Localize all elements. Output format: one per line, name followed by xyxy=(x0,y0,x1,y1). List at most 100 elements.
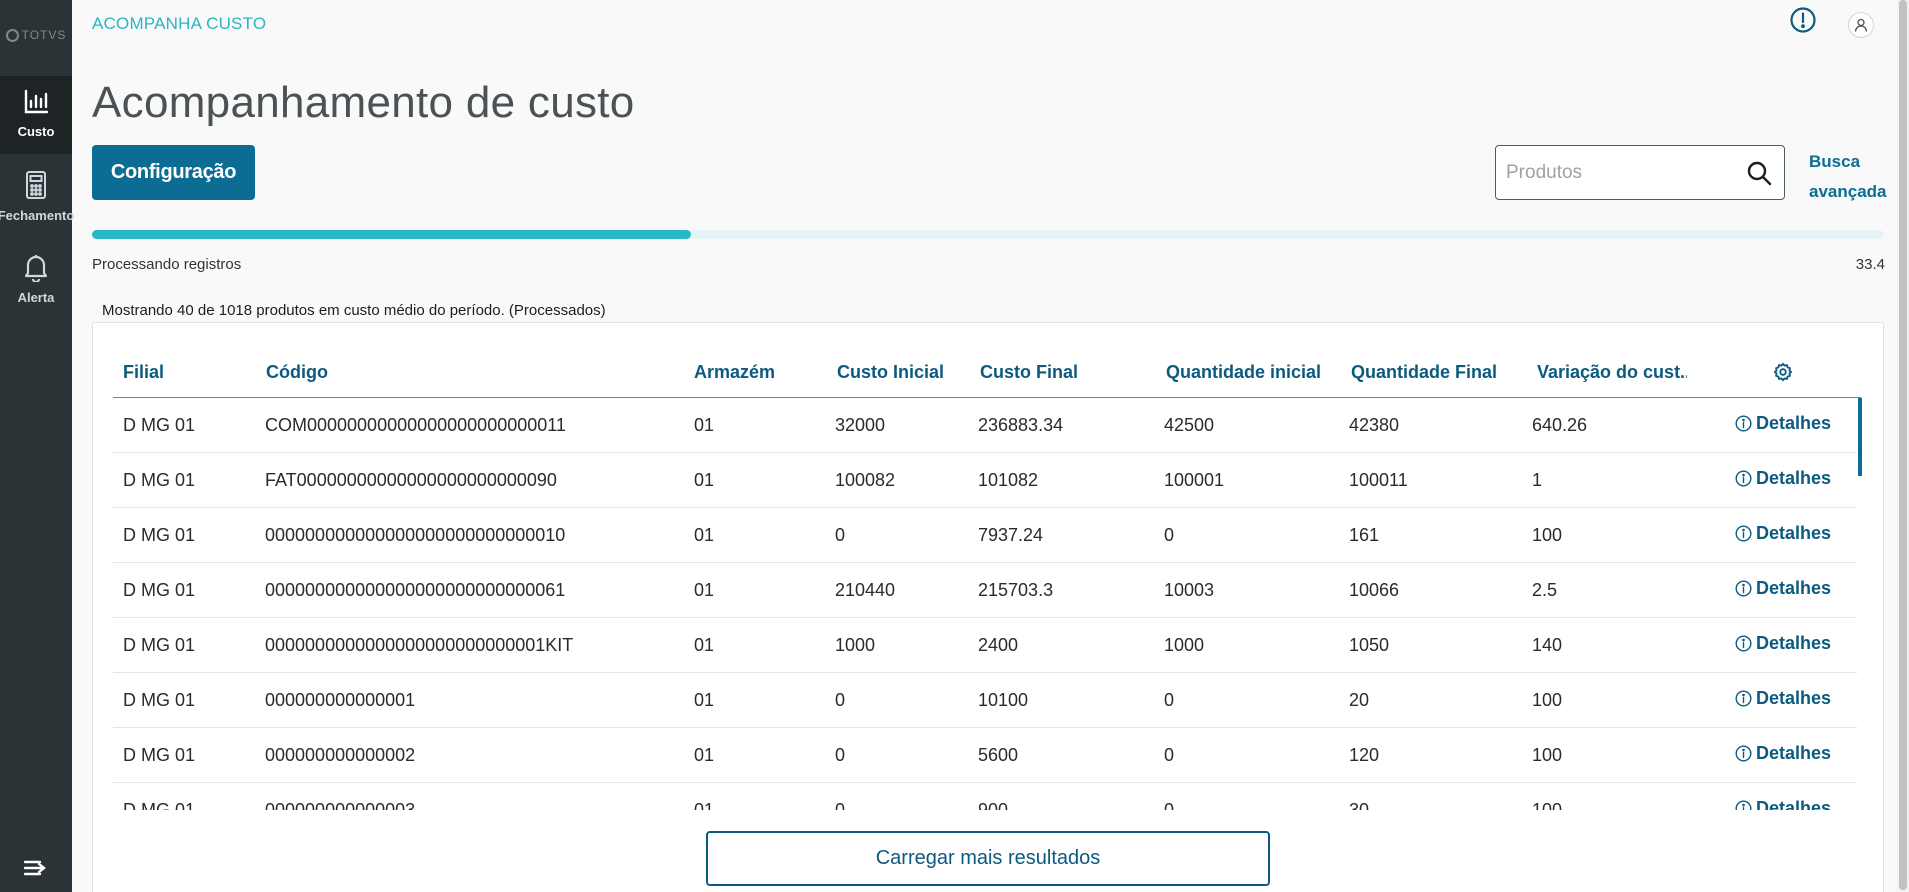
progress-value: 33.4 xyxy=(1855,256,1885,273)
sidebar-item-custo[interactable]: Custo xyxy=(0,76,72,154)
table-row[interactable]: D MG 01 FAT00000000000000000000000090 01 10… xyxy=(113,453,1857,508)
cell-custo-final: 900 xyxy=(978,800,1009,810)
table-row[interactable]: D MG 01 000000000000000000000000000061 01 2… xyxy=(113,563,1857,618)
column-header-armazem[interactable]: Armazém xyxy=(694,362,775,383)
cell-custo-inicial: 0 xyxy=(835,745,846,765)
table-row[interactable]: D MG 01 COM00000000000000000000000011 01 32… xyxy=(113,398,1857,453)
details-label: Detalhes xyxy=(1756,688,1832,708)
table-row[interactable]: D MG 01 000000000000003 01 0 900 0 30 100 Detalh… xyxy=(113,783,1857,810)
page-scrollbar[interactable] xyxy=(1897,0,1909,892)
cell-armazem: 01 xyxy=(694,415,715,435)
search-input[interactable] xyxy=(1506,146,1736,199)
cell-codigo: FAT00000000000000000000000090 xyxy=(265,470,557,490)
cell-quantidade-inicial: 0 xyxy=(1164,690,1175,710)
details-link[interactable]: Detalhes xyxy=(1735,743,1831,764)
cell-armazem: 01 xyxy=(694,470,715,490)
details-link[interactable]: Detalhes xyxy=(1735,578,1831,599)
details-link[interactable]: Detalhes xyxy=(1735,523,1831,544)
cell-armazem: 01 xyxy=(694,580,715,600)
logo-icon xyxy=(5,28,19,42)
table-row[interactable]: D MG 01 000000000000000000000000000010 01 0… xyxy=(113,508,1857,563)
cell-quantidade-final: 30 xyxy=(1349,800,1370,810)
table-row[interactable]: D MG 01 0000000000000000000000000001KIT 01… xyxy=(113,618,1857,673)
info-icon xyxy=(1735,635,1752,652)
cell-codigo: 000000000000001 xyxy=(265,690,416,710)
cell-variacao: 100 xyxy=(1532,525,1563,545)
table-row[interactable]: D MG 01 000000000000001 01 0 10100 0 20 100 Deta… xyxy=(113,673,1857,728)
cell-armazem: 01 xyxy=(694,690,715,710)
totvs-logo: TOTVS xyxy=(0,22,72,48)
page-title: Acompanhamento de custo xyxy=(92,78,635,127)
sidebar-item-label: Custo xyxy=(17,124,55,139)
cell-variacao: 2.5 xyxy=(1532,580,1558,600)
cell-custo-inicial: 210440 xyxy=(835,580,896,600)
cell-filial: D MG 01 xyxy=(123,415,196,435)
cell-quantidade-inicial: 0 xyxy=(1164,800,1175,810)
cell-codigo: 000000000000000000000000000010 xyxy=(265,525,566,545)
configuration-button[interactable]: Configuração xyxy=(92,145,255,200)
details-link[interactable]: Detalhes xyxy=(1735,633,1831,654)
cell-custo-final: 2400 xyxy=(978,635,1019,655)
cell-quantidade-final: 120 xyxy=(1349,745,1380,765)
info-icon xyxy=(1735,800,1752,810)
info-icon xyxy=(1735,580,1752,597)
cell-custo-inicial: 0 xyxy=(835,690,846,710)
cell-quantidade-final: 161 xyxy=(1349,525,1380,545)
cell-codigo: 000000000000000000000000000061 xyxy=(265,580,566,600)
app-title: ACOMPANHA CUSTO xyxy=(92,14,267,33)
cell-quantidade-final: 20 xyxy=(1349,690,1370,710)
cell-custo-inicial: 0 xyxy=(835,525,846,545)
details-link[interactable]: Detalhes xyxy=(1735,688,1831,709)
cell-codigo: 000000000000003 xyxy=(265,800,416,810)
column-header-custo-final[interactable]: Custo Final xyxy=(980,362,1078,383)
sidebar-item-alerta[interactable]: Alerta xyxy=(0,240,72,318)
column-header-filial[interactable]: Filial xyxy=(123,362,164,383)
column-header-variacao[interactable]: Variação do cust... xyxy=(1537,362,1687,383)
column-header-custo-inicial[interactable]: Custo Inicial xyxy=(837,362,944,383)
sidebar-item-fechamento[interactable]: Fechamento xyxy=(0,158,75,236)
table-scrollbar[interactable] xyxy=(1858,398,1862,476)
bar-chart-icon xyxy=(24,89,49,114)
bell-icon xyxy=(24,255,48,282)
menu-collapse-icon[interactable] xyxy=(20,856,50,880)
result-info: Mostrando 40 de 1018 produtos em custo m… xyxy=(102,302,606,319)
cell-variacao: 100 xyxy=(1532,745,1563,765)
gear-icon[interactable] xyxy=(1773,362,1793,382)
details-link[interactable]: Detalhes xyxy=(1735,798,1831,810)
details-link[interactable]: Detalhes xyxy=(1735,468,1831,489)
advanced-search-link[interactable]: Busca avançada xyxy=(1809,147,1899,207)
cell-filial: D MG 01 xyxy=(123,635,196,655)
cell-codigo: COM00000000000000000000000011 xyxy=(265,415,566,435)
info-icon xyxy=(1735,525,1752,542)
load-more-button[interactable]: Carregar mais resultados xyxy=(706,831,1270,886)
sidebar-item-label: Alerta xyxy=(17,290,55,305)
details-link[interactable]: Detalhes xyxy=(1735,413,1831,434)
cell-custo-final: 215703.3 xyxy=(978,580,1054,600)
cell-quantidade-final: 100011 xyxy=(1349,470,1408,490)
cell-custo-final: 101082 xyxy=(978,470,1039,490)
user-avatar-button[interactable] xyxy=(1848,12,1874,38)
details-label: Detalhes xyxy=(1756,468,1832,488)
exclamation-circle-icon[interactable] xyxy=(1790,7,1816,33)
search-icon[interactable] xyxy=(1746,160,1772,186)
details-label: Detalhes xyxy=(1756,578,1832,598)
sidebar: TOTVS Custo Fechamento Alerta xyxy=(0,0,75,892)
cell-filial: D MG 01 xyxy=(123,745,196,765)
cell-custo-final: 236883.34 xyxy=(978,415,1064,435)
page-scrollbar-thumb[interactable] xyxy=(1899,0,1907,890)
cell-armazem: 01 xyxy=(694,525,715,545)
cell-quantidade-final: 1050 xyxy=(1349,635,1390,655)
cell-armazem: 01 xyxy=(694,745,715,765)
logo-text: TOTVS xyxy=(21,28,67,42)
column-header-quantidade-final[interactable]: Quantidade Final xyxy=(1351,362,1497,383)
cell-filial: D MG 01 xyxy=(123,580,196,600)
progress-bar xyxy=(92,230,1884,239)
search-box xyxy=(1495,145,1785,200)
cell-custo-inicial: 32000 xyxy=(835,415,886,435)
column-header-quantidade-inicial[interactable]: Quantidade inicial xyxy=(1166,362,1321,383)
table-body: D MG 01 COM00000000000000000000000011 01 32… xyxy=(113,398,1861,810)
sidebar-item-label: Fechamento xyxy=(0,208,75,223)
column-header-codigo[interactable]: Código xyxy=(266,362,328,383)
table-row[interactable]: D MG 01 000000000000002 01 0 5600 0 120 100 Deta… xyxy=(113,728,1857,783)
cell-variacao: 100 xyxy=(1532,800,1563,810)
